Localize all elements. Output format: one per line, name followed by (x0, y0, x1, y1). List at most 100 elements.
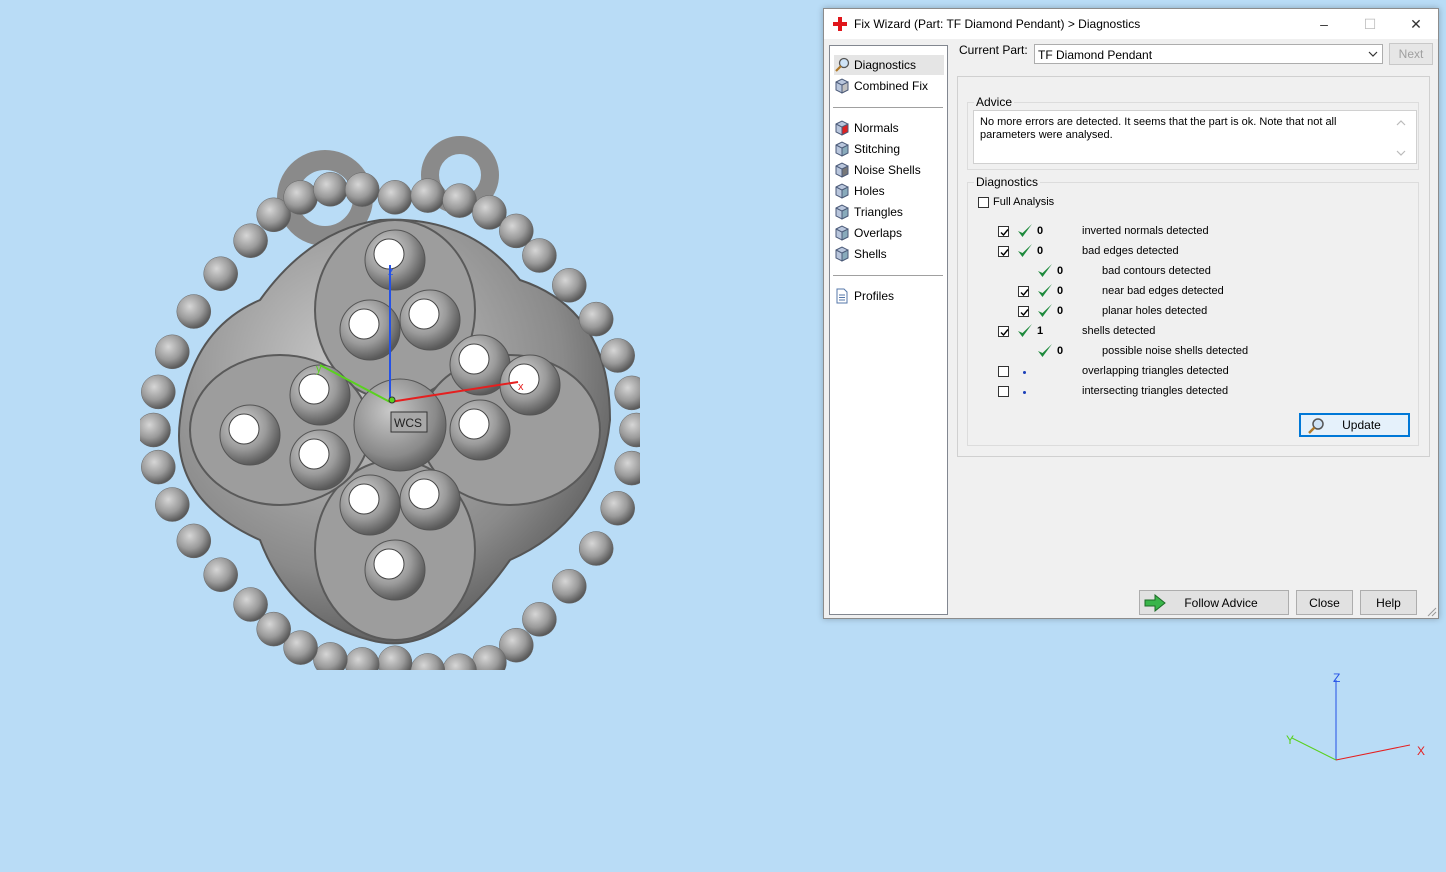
diagnostic-label: intersecting triangles detected (1082, 385, 1229, 397)
nav-item-label: Stitching (854, 142, 901, 156)
normals-cube-icon (835, 120, 849, 136)
scroll-down-icon[interactable] (1396, 148, 1406, 158)
diagnostic-label: bad edges detected (1082, 245, 1179, 257)
magnifier-icon (835, 57, 850, 72)
magnifier-icon (1308, 418, 1324, 434)
full-analysis-checkbox[interactable] (978, 197, 989, 208)
nav-item-overlaps[interactable]: Overlaps (834, 223, 944, 243)
nav-item-label: Overlaps (854, 226, 903, 240)
nav-item-profiles[interactable]: Profiles (834, 286, 944, 306)
diagnostic-label: planar holes detected (1102, 305, 1208, 317)
bead (141, 449, 176, 485)
diagnostic-checkbox[interactable] (1018, 306, 1029, 317)
bead (203, 256, 238, 291)
nav-separator (833, 275, 943, 276)
cube-icon (835, 78, 849, 94)
diagnostic-label: overlapping triangles detected (1082, 365, 1229, 377)
bead (410, 178, 446, 213)
setting (399, 289, 461, 351)
bead (552, 268, 587, 303)
nav-item-triangles[interactable]: Triangles (834, 202, 944, 222)
bead (176, 523, 212, 559)
diagnostic-count: 0 (1057, 305, 1064, 317)
setting (449, 399, 511, 461)
axis-z-label: z (388, 266, 394, 278)
bead (600, 338, 635, 373)
bead (203, 557, 238, 592)
diagnostic-checkbox[interactable] (998, 226, 1009, 237)
nav-item-stitching[interactable]: Stitching (834, 139, 944, 159)
bead (313, 172, 348, 207)
green-check-icon (1036, 302, 1054, 320)
bead (442, 183, 477, 218)
checkmark-icon (1000, 249, 1009, 257)
bead (344, 172, 380, 207)
green-check-icon (1036, 342, 1054, 360)
bead (141, 374, 176, 410)
overlaps-cube-icon (835, 225, 849, 241)
holes-cube-icon (835, 183, 849, 199)
setting (364, 539, 426, 601)
current-part-value: TF Diamond Pendant (1038, 48, 1153, 62)
bead (442, 653, 477, 670)
bead (313, 642, 348, 670)
diagnostic-checkbox[interactable] (998, 366, 1009, 377)
update-button[interactable]: Update (1299, 413, 1410, 437)
minimize-button[interactable]: – (1301, 9, 1347, 39)
close-window-button[interactable]: ✕ (1393, 9, 1439, 39)
wcs-label: WCS (394, 416, 422, 430)
nav-item-label: Combined Fix (854, 79, 929, 93)
green-check-icon (1016, 322, 1034, 340)
bead (410, 653, 446, 670)
diagnostic-label: bad contours detected (1102, 265, 1211, 277)
setting (219, 404, 281, 466)
maximize-button[interactable]: ☐ (1347, 9, 1393, 39)
mini-axis-z-label: Z (1333, 671, 1340, 685)
help-button[interactable]: Help (1360, 590, 1417, 615)
diagnostic-count: 0 (1037, 225, 1044, 237)
nav-item-shells[interactable]: Shells (834, 244, 944, 264)
status-dot-icon (1023, 391, 1026, 394)
document-icon (836, 288, 848, 304)
nav-item-label: Noise Shells (854, 163, 921, 177)
checkmark-icon (1000, 229, 1009, 237)
current-part-label: Current Part: (959, 43, 1028, 57)
diagnostic-checkbox[interactable] (998, 246, 1009, 257)
nav-item-noise-shells[interactable]: Noise Shells (834, 160, 944, 180)
scroll-up-icon[interactable] (1396, 118, 1406, 128)
advice-text: No more errors are detected. It seems th… (980, 116, 1337, 141)
follow-advice-button[interactable]: Follow Advice (1139, 590, 1289, 615)
diagnostics-title: Diagnostics (974, 175, 1041, 189)
next-button[interactable]: Next (1389, 43, 1433, 65)
mini-axis-x-label: X (1417, 744, 1425, 758)
close-button[interactable]: Close (1296, 590, 1353, 615)
nav-item-holes[interactable]: Holes (834, 181, 944, 201)
diagnostic-checkbox[interactable] (998, 326, 1009, 337)
diagnostic-checkbox[interactable] (1018, 286, 1029, 297)
bead (552, 569, 587, 604)
bead (344, 647, 380, 670)
pendant-model[interactable]: x y z WCS (140, 120, 640, 670)
window-title: Fix Wizard (Part: TF Diamond Pendant) > … (854, 17, 1141, 31)
resize-grip-icon[interactable] (1427, 607, 1437, 617)
title-bar[interactable]: Fix Wizard (Part: TF Diamond Pendant) > … (824, 9, 1438, 39)
current-part-select[interactable]: TF Diamond Pendant (1034, 44, 1383, 64)
diagnostic-checkbox[interactable] (998, 386, 1009, 397)
orientation-triad: Z X Y (1286, 671, 1425, 761)
diagnostic-label: near bad edges detected (1102, 285, 1224, 297)
nav-item-normals[interactable]: Normals (834, 118, 944, 138)
nav-item-label: Normals (854, 121, 899, 135)
bead (522, 238, 557, 273)
nav-item-combined-fix[interactable]: Combined Fix (834, 76, 944, 96)
follow-advice-label: Follow Advice (1184, 595, 1258, 610)
mini-axis-y-label: Y (1286, 733, 1294, 747)
bead (233, 587, 268, 622)
checkmark-icon (1020, 289, 1029, 297)
bead (283, 180, 318, 215)
nav-item-diagnostics[interactable]: Diagnostics (834, 55, 944, 75)
axis-x-label: x (518, 381, 524, 393)
diagnostic-count: 0 (1057, 265, 1064, 277)
green-check-icon (1036, 262, 1054, 280)
diagnostic-label: shells detected (1082, 325, 1156, 337)
shells-cube-icon (835, 246, 849, 262)
